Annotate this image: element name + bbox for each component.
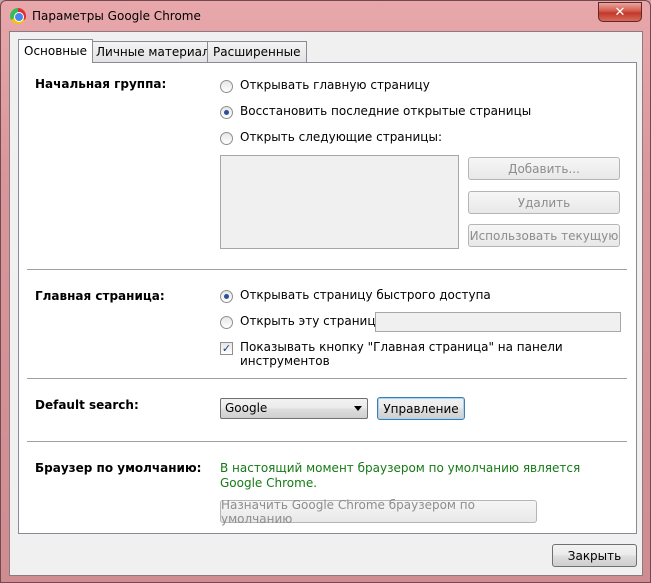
search-section-label: Default search:	[35, 398, 139, 412]
manage-search-engines-button[interactable]: Управление	[377, 397, 465, 420]
remove-page-button[interactable]: Удалить	[468, 191, 620, 214]
section-divider	[27, 269, 627, 270]
homepage-url-radio[interactable]	[220, 316, 233, 329]
default-browser-status: В настоящий момент браузером по умолчани…	[220, 461, 581, 490]
tab-basics[interactable]: Основные	[18, 39, 94, 63]
search-engine-select[interactable]: Google	[220, 398, 368, 419]
homepage-url-label[interactable]: Открыть эту страницу:	[240, 314, 387, 328]
use-current-pages-button[interactable]: Использовать текущую	[468, 224, 620, 247]
chrome-logo-icon	[10, 8, 26, 24]
section-divider	[27, 441, 627, 442]
close-window-button[interactable]: ✕	[598, 2, 642, 22]
tab-advanced[interactable]: Расширенные	[207, 41, 307, 62]
tab-personal-stuff[interactable]: Личные материалы	[90, 41, 226, 62]
section-divider	[27, 378, 627, 379]
close-icon: ✕	[614, 4, 626, 20]
startup-section-label: Начальная группа:	[35, 77, 167, 91]
startup-homepage-label[interactable]: Открывать главную страницу	[240, 78, 430, 92]
basics-panel: Начальная группа: Открывать главную стра…	[18, 62, 637, 534]
startup-restore-radio[interactable]	[220, 106, 233, 119]
homepage-newtab-label[interactable]: Открывать страницу быстрого доступа	[240, 288, 491, 302]
close-dialog-button[interactable]: Закрыть	[552, 544, 637, 567]
add-page-button[interactable]: Добавить...	[468, 157, 620, 180]
startup-homepage-radio[interactable]	[220, 80, 233, 93]
startup-pages-list[interactable]	[220, 155, 459, 249]
search-engine-value: Google	[225, 401, 268, 415]
settings-window: Параметры Google Chrome ✕ Основные Личны…	[0, 0, 651, 583]
startup-open-pages-radio[interactable]	[220, 132, 233, 145]
homepage-url-input[interactable]	[375, 312, 621, 332]
homepage-newtab-radio[interactable]	[220, 290, 233, 303]
startup-restore-label[interactable]: Восстановить последние открытые страницы	[240, 104, 531, 118]
show-home-button-checkbox[interactable]: ✓	[220, 342, 233, 355]
window-title: Параметры Google Chrome	[32, 9, 201, 23]
make-default-browser-button[interactable]: Назначить Google Chrome браузером по умо…	[220, 498, 537, 526]
startup-open-pages-label[interactable]: Открыть следующие страницы:	[240, 130, 442, 144]
chevron-down-icon	[354, 406, 362, 411]
title-bar[interactable]: Параметры Google Chrome ✕	[1, 1, 650, 31]
show-home-button-label[interactable]: Показывать кнопку "Главная страница" на …	[240, 340, 636, 368]
homepage-section-label: Главная страница:	[35, 289, 165, 303]
dialog-body: Основные Личные материалы Расширенные На…	[9, 31, 643, 576]
default-browser-section-label: Браузер по умолчанию:	[35, 461, 202, 475]
